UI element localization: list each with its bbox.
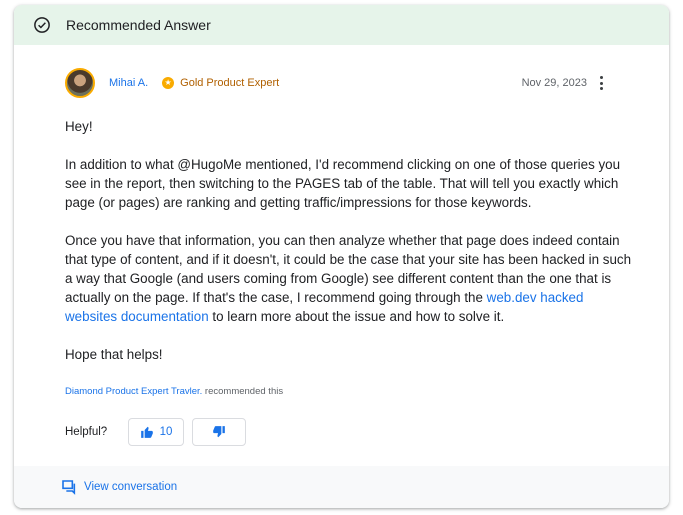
- header-title: Recommended Answer: [66, 17, 211, 33]
- thumbs-down-button[interactable]: [192, 418, 246, 446]
- thumbs-up-count: 10: [159, 426, 173, 438]
- badge-label: Gold Product Expert: [180, 77, 280, 89]
- recommended-by: Diamond Product Expert Travler. recommen…: [65, 386, 283, 397]
- star-badge-icon: ★: [162, 77, 175, 89]
- helpful-label: Helpful?: [65, 426, 108, 438]
- forum-icon: [62, 480, 76, 495]
- author-name-link[interactable]: Mihai A.: [109, 77, 148, 89]
- paragraph-2-text-end: to learn more about the issue and how to…: [208, 309, 505, 324]
- paragraph-1: In addition to what @HugoMe mentioned, I…: [65, 157, 621, 210]
- card-footer: View conversation: [14, 466, 669, 508]
- closing: Hope that helps!: [65, 347, 163, 362]
- view-conversation-link[interactable]: View conversation: [84, 481, 177, 493]
- recommender-link[interactable]: Diamond Product Expert Travler.: [65, 386, 202, 397]
- recommended-answer-card: Recommended Answer Mihai A. ★ Gold Produ…: [14, 5, 669, 508]
- recommended-suffix: recommended this: [202, 386, 284, 397]
- thumbs-up-button[interactable]: 10: [128, 418, 184, 446]
- author-row: Mihai A. ★ Gold Product Expert Nov 29, 2…: [65, 67, 669, 99]
- avatar[interactable]: [65, 68, 95, 98]
- check-circle-icon: [34, 17, 50, 33]
- thumbs-up-icon: [140, 426, 153, 438]
- answer-body: Hey! In addition to what @HugoMe mention…: [65, 117, 635, 383]
- greeting: Hey!: [65, 119, 93, 134]
- helpful-row: Helpful? 10: [65, 418, 254, 446]
- more-vert-icon[interactable]: [599, 76, 603, 90]
- card-header: Recommended Answer: [14, 5, 669, 45]
- thumbs-down-icon: [213, 426, 225, 438]
- post-date: Nov 29, 2023: [521, 77, 587, 89]
- paragraph-2: Once you have that information, you can …: [65, 231, 635, 326]
